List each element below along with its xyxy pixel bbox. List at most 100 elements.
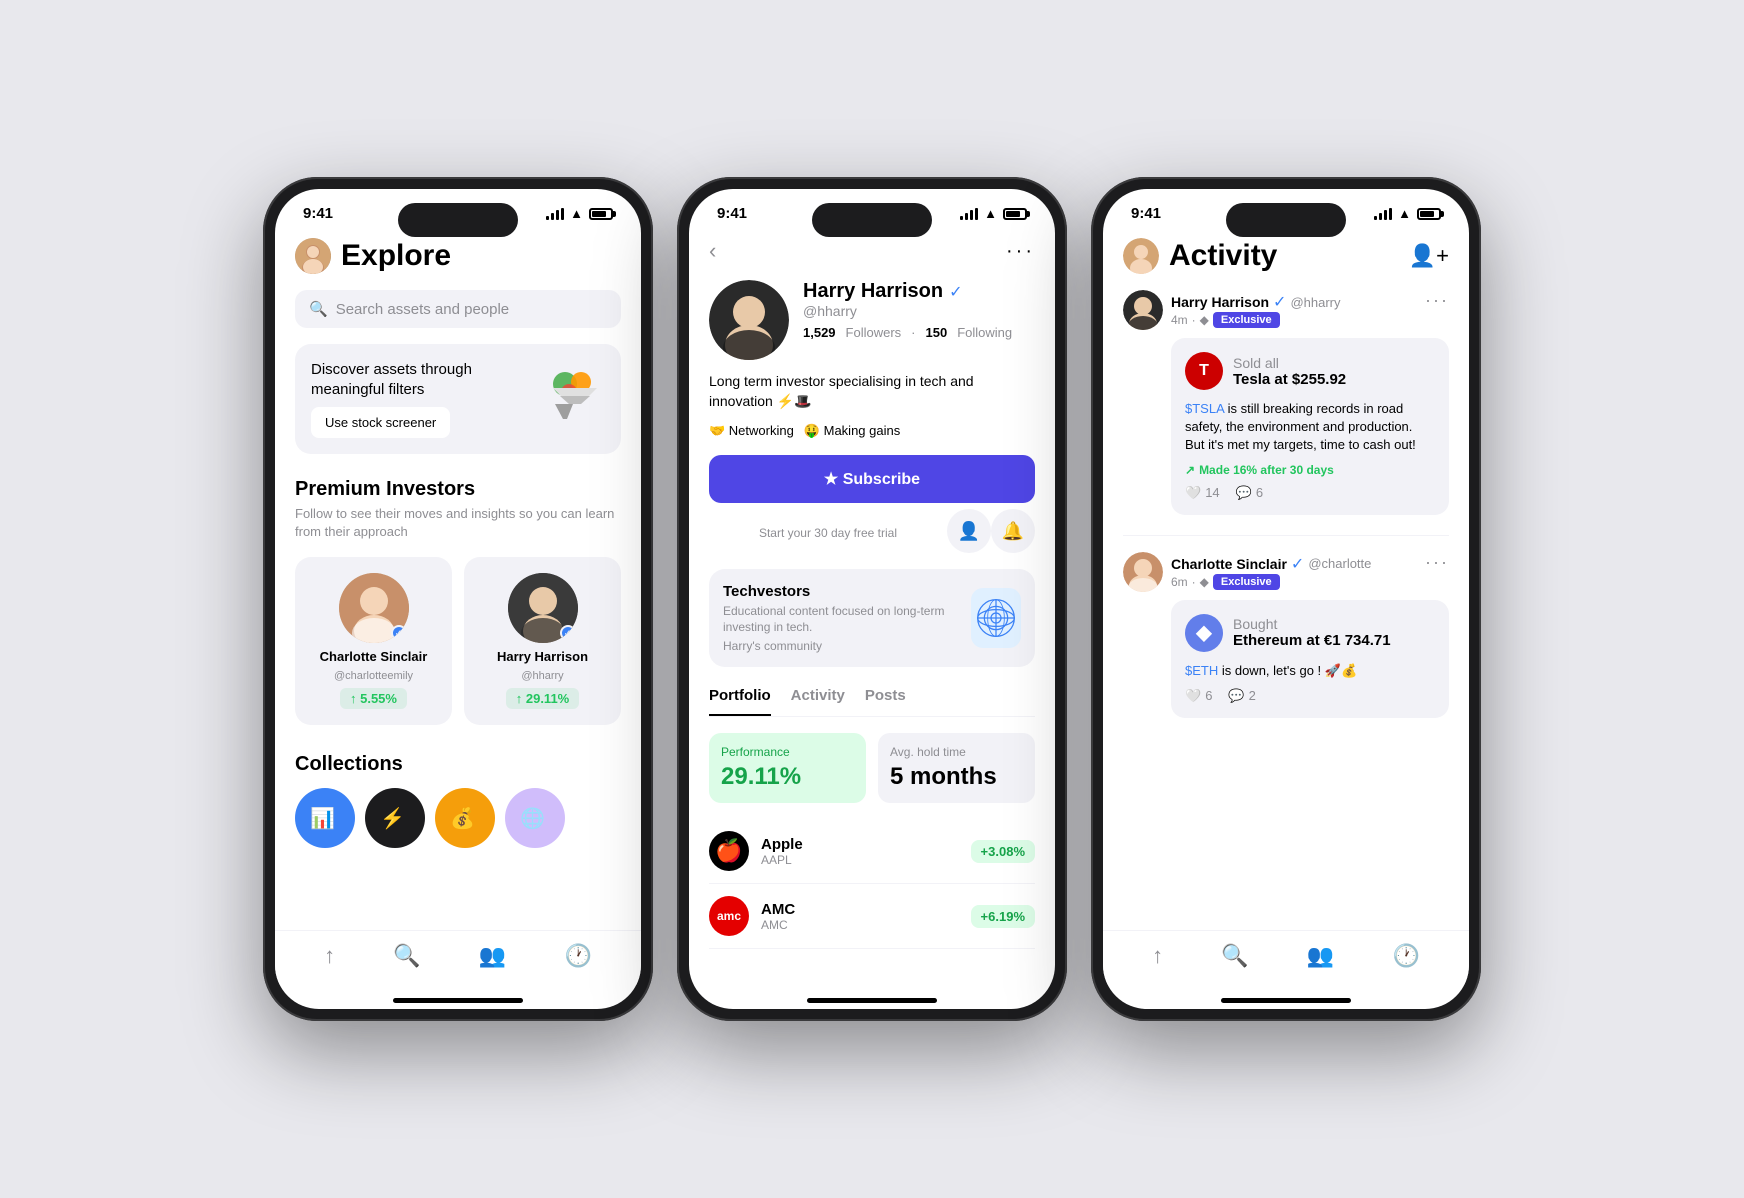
notify-button[interactable]: 🔔 xyxy=(991,509,1035,553)
activity-title: Activity xyxy=(1169,239,1277,273)
nav-item-search[interactable]: 🔍 xyxy=(393,943,420,969)
nav-home-icon-3: ↑ xyxy=(1152,943,1163,969)
amc-ticker: AMC xyxy=(761,918,795,932)
activity-avatar-harry[interactable] xyxy=(1123,290,1163,330)
harry-trade-action: Sold all xyxy=(1233,355,1346,371)
status-time-2: 9:41 xyxy=(717,205,747,222)
activity-user-left-charlotte: Charlotte Sinclair ✓ @charlotte 6m · ◆ E… xyxy=(1123,552,1371,592)
stock-info-amc: amc AMC AMC xyxy=(709,896,795,936)
nav-item-social[interactable]: 👥 xyxy=(479,943,506,969)
battery-icon-2 xyxy=(1003,208,1027,220)
subscribe-button[interactable]: ★ Subscribe xyxy=(709,455,1035,503)
like-icon: 🤍 xyxy=(1185,485,1201,501)
user-avatar-explore[interactable] xyxy=(295,238,331,274)
tab-portfolio[interactable]: Portfolio xyxy=(709,687,771,716)
harry-post-card: T Sold all Tesla at $255.92 $TSLA is sti… xyxy=(1171,338,1449,515)
stock-row-apple[interactable]: 🍎 Apple AAPL +3.08% xyxy=(709,819,1035,884)
screener-card-left: Discover assets through meaningful filte… xyxy=(311,360,545,438)
collection-item-2[interactable]: ⚡ xyxy=(365,788,425,848)
stock-info-apple: 🍎 Apple AAPL xyxy=(709,831,803,871)
charlotte-name: Charlotte Sinclair xyxy=(320,649,428,664)
profile-screen: ‹ ··· Harry Harr xyxy=(689,230,1055,985)
user-avatar-activity[interactable] xyxy=(1123,238,1159,274)
charlotte-comments[interactable]: 💬 2 xyxy=(1228,688,1255,704)
wifi-icon-2: ▲ xyxy=(984,206,997,221)
use-stock-screener-button[interactable]: Use stock screener xyxy=(311,407,450,438)
wifi-icon-3: ▲ xyxy=(1398,206,1411,221)
harry-trade-row: T Sold all Tesla at $255.92 xyxy=(1185,352,1435,390)
harry-exclusive-badge: Exclusive xyxy=(1213,312,1280,328)
investor-card-harry[interactable]: ✓ Harry Harrison @hharry ↑ 29.11% xyxy=(464,557,621,725)
investor-avatar-harry: ✓ xyxy=(508,573,578,643)
nav-item-activity-3[interactable]: 🕐 xyxy=(1392,943,1419,969)
collections-row: 📊 ⚡ 💰 🌐 xyxy=(295,788,621,848)
add-friend-button[interactable]: 👤+ xyxy=(1409,243,1449,269)
dynamic-island-2 xyxy=(812,203,932,237)
nav-item-social-3[interactable]: 👥 xyxy=(1307,943,1334,969)
signal-icon-2 xyxy=(960,208,978,220)
harry-trade-detail: Tesla at $255.92 xyxy=(1233,371,1346,388)
followers-count: 1,529 xyxy=(803,325,836,340)
nav-item-activity[interactable]: 🕐 xyxy=(564,943,591,969)
collection-item-4[interactable]: 🌐 xyxy=(505,788,565,848)
profile-avatar-harry xyxy=(709,280,789,360)
eth-link[interactable]: $ETH xyxy=(1185,663,1218,678)
search-bar[interactable]: 🔍 Search assets and people xyxy=(295,290,621,328)
tsla-link[interactable]: $TSLA xyxy=(1185,401,1224,416)
amc-details: AMC AMC xyxy=(761,901,795,932)
investor-card-charlotte[interactable]: ✓ Charlotte Sinclair @charlotteemily ↑ 5… xyxy=(295,557,452,725)
community-icon xyxy=(971,588,1021,648)
svg-text:🌐: 🌐 xyxy=(520,806,545,830)
nav-item-home[interactable]: ↑ xyxy=(324,943,335,969)
hold-val: 5 months xyxy=(890,763,1023,791)
explore-title: Explore xyxy=(341,239,451,273)
phone-profile: 9:41 ▲ ‹ · xyxy=(677,177,1067,1021)
charlotte-trade-row: ◆ Bought Ethereum at €1 734.71 xyxy=(1185,614,1435,652)
apple-return: +3.08% xyxy=(971,840,1035,863)
activity-user-info-harry: Harry Harrison ✓ @hharry 4m · ◆ Exclusiv… xyxy=(1171,292,1341,328)
activity-post-harry: Harry Harrison ✓ @hharry 4m · ◆ Exclusiv… xyxy=(1123,290,1449,515)
return-icon: ↗ xyxy=(1185,463,1195,477)
wifi-icon-1: ▲ xyxy=(570,206,583,221)
follow-button[interactable]: 👤 xyxy=(947,509,991,553)
nav-item-search-3[interactable]: 🔍 xyxy=(1221,943,1248,969)
tag-gains: 🤑 Making gains xyxy=(804,423,900,439)
charlotte-trade-action: Bought xyxy=(1233,616,1391,632)
harry-comments[interactable]: 💬 6 xyxy=(1236,485,1263,501)
profile-name-row: Harry Harrison ✓ xyxy=(803,280,1012,303)
holdtime-card: Avg. hold time 5 months xyxy=(878,733,1035,803)
collection-item-1[interactable]: 📊 xyxy=(295,788,355,848)
status-time-3: 9:41 xyxy=(1131,205,1161,222)
tab-posts[interactable]: Posts xyxy=(865,687,906,716)
community-author: Harry's community xyxy=(723,639,971,653)
harry-handle: @hharry xyxy=(521,670,563,682)
nav-activity-icon-3: 🕐 xyxy=(1392,943,1419,969)
nav-search-icon: 🔍 xyxy=(393,943,420,969)
collection-item-3[interactable]: 💰 xyxy=(435,788,495,848)
charlotte-exclusive-badge: Exclusive xyxy=(1213,574,1280,590)
back-button[interactable]: ‹ xyxy=(709,238,716,264)
home-indicator-1 xyxy=(275,985,641,1009)
charlotte-verified-badge: ✓ xyxy=(391,625,407,641)
stat-separator: · xyxy=(911,325,915,340)
status-icons-2: ▲ xyxy=(960,206,1027,221)
activity-avatar-charlotte[interactable] xyxy=(1123,552,1163,592)
charlotte-check: ✓ xyxy=(1291,554,1304,574)
nav-item-home-3[interactable]: ↑ xyxy=(1152,943,1163,969)
activity-divider xyxy=(1123,535,1449,536)
comment-icon-2: 💬 xyxy=(1228,688,1244,704)
charlotte-likes[interactable]: 🤍 6 xyxy=(1185,688,1212,704)
more-button[interactable]: ··· xyxy=(1006,240,1035,263)
profile-bio: Long term investor specialising in tech … xyxy=(709,372,1035,411)
activity-user-info-charlotte: Charlotte Sinclair ✓ @charlotte 6m · ◆ E… xyxy=(1171,554,1371,590)
activity-harry-meta: 4m · ◆ Exclusive xyxy=(1171,312,1341,328)
harry-return: ↑ 29.11% xyxy=(506,688,580,709)
community-card[interactable]: Techvestors Educational content focused … xyxy=(709,569,1035,667)
tab-activity[interactable]: Activity xyxy=(791,687,845,716)
harry-likes[interactable]: 🤍 14 xyxy=(1185,485,1220,501)
harry-more-button[interactable]: ··· xyxy=(1425,290,1449,311)
harry-name: Harry Harrison xyxy=(497,649,588,664)
dynamic-island xyxy=(398,203,518,237)
charlotte-more-button[interactable]: ··· xyxy=(1425,552,1449,573)
stock-row-amc[interactable]: amc AMC AMC +6.19% xyxy=(709,884,1035,949)
